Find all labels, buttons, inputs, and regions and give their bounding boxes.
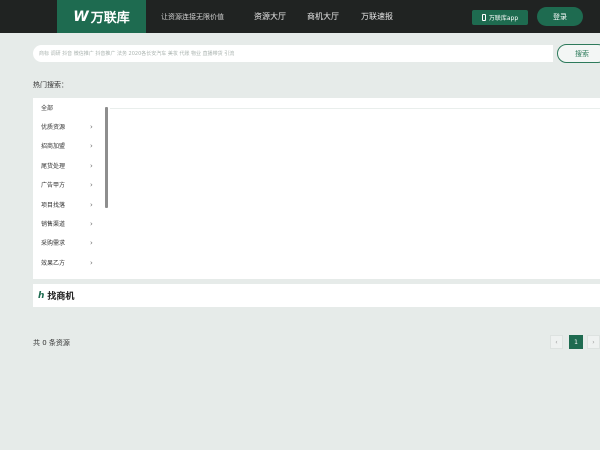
category-item-quality-resources[interactable]: 优质资源 › bbox=[33, 117, 103, 136]
category-divider bbox=[110, 108, 600, 109]
category-item-procurement[interactable]: 采购需求 › bbox=[33, 233, 103, 252]
chevron-right-icon: › bbox=[90, 219, 93, 228]
pagination-prev-button[interactable]: ‹ bbox=[550, 335, 563, 349]
category-label: 销售渠道 bbox=[41, 221, 66, 228]
nav-link-news[interactable]: 万联速报 bbox=[361, 11, 393, 22]
top-navigation-bar: W 万联库 让资源连接无限价值 资源大厅 商机大厅 万联速报 万联库app 登录 bbox=[0, 0, 600, 33]
category-item-sales-channel[interactable]: 销售渠道 › bbox=[33, 214, 103, 233]
app-download-button[interactable]: 万联库app bbox=[472, 10, 528, 25]
chevron-right-icon: › bbox=[90, 122, 93, 131]
category-label: 项目找落 bbox=[41, 202, 66, 209]
chevron-right-icon: › bbox=[90, 200, 93, 209]
nav-link-business-hall[interactable]: 商机大厅 bbox=[307, 11, 339, 22]
search-input[interactable]: 商标 调研 抖音 微信推广 抖音推广 法务 2020各长安汽车 美妆 代账 物业… bbox=[33, 45, 553, 62]
header-slogan: 让资源连接无限价值 bbox=[161, 13, 224, 21]
chevron-right-icon: › bbox=[90, 258, 93, 267]
category-label: 效果乙方 bbox=[41, 260, 66, 267]
category-label: 全部 bbox=[41, 105, 54, 112]
leaf-icon: h bbox=[38, 290, 45, 301]
category-label: 尾货处理 bbox=[41, 163, 66, 170]
category-label: 优质资源 bbox=[41, 124, 66, 131]
login-button[interactable]: 登录 bbox=[537, 7, 583, 26]
business-section-title: 找商机 bbox=[47, 292, 75, 302]
chevron-right-icon: › bbox=[90, 180, 93, 189]
logo-text: 万联库 bbox=[90, 11, 130, 26]
search-button[interactable]: 搜索 bbox=[557, 44, 600, 63]
category-item-surplus-stock[interactable]: 尾货处理 › bbox=[33, 156, 103, 175]
pagination-page-1[interactable]: 1 bbox=[569, 335, 583, 349]
chevron-right-icon: › bbox=[90, 141, 93, 150]
category-item-advertiser[interactable]: 广告甲方 › bbox=[33, 175, 103, 194]
category-label: 招商加盟 bbox=[41, 143, 66, 150]
category-item-franchise[interactable]: 招商加盟 › bbox=[33, 136, 103, 155]
nav-link-resource-hall[interactable]: 资源大厅 bbox=[254, 11, 286, 22]
category-scrollbar[interactable] bbox=[105, 107, 108, 208]
pagination-next-button[interactable]: › bbox=[587, 335, 600, 349]
category-item-all[interactable]: 全部 bbox=[33, 98, 103, 117]
site-logo[interactable]: W 万联库 bbox=[57, 0, 146, 33]
category-item-project-landing[interactable]: 项目找落 › bbox=[33, 195, 103, 214]
chevron-right-icon: › bbox=[90, 238, 93, 247]
phone-icon bbox=[481, 14, 486, 21]
category-panel: 全部 优质资源 › 招商加盟 › 尾货处理 › 广告甲方 › 项目找落 › 销售… bbox=[33, 98, 600, 279]
resource-count: 共 0 条资源 bbox=[33, 339, 70, 347]
category-label: 广告甲方 bbox=[41, 182, 66, 189]
category-list: 全部 优质资源 › 招商加盟 › 尾货处理 › 广告甲方 › 项目找落 › 销售… bbox=[33, 98, 103, 279]
category-label: 采购需求 bbox=[41, 240, 66, 247]
chevron-right-icon: › bbox=[90, 161, 93, 170]
logo-mark-icon: W bbox=[73, 8, 88, 25]
app-button-label: 万联库app bbox=[488, 15, 519, 22]
business-section-header: h 找商机 bbox=[33, 284, 600, 307]
hot-search-label: 热门搜索： bbox=[33, 81, 68, 89]
category-item-performance-vendor[interactable]: 效果乙方 › bbox=[33, 253, 103, 272]
